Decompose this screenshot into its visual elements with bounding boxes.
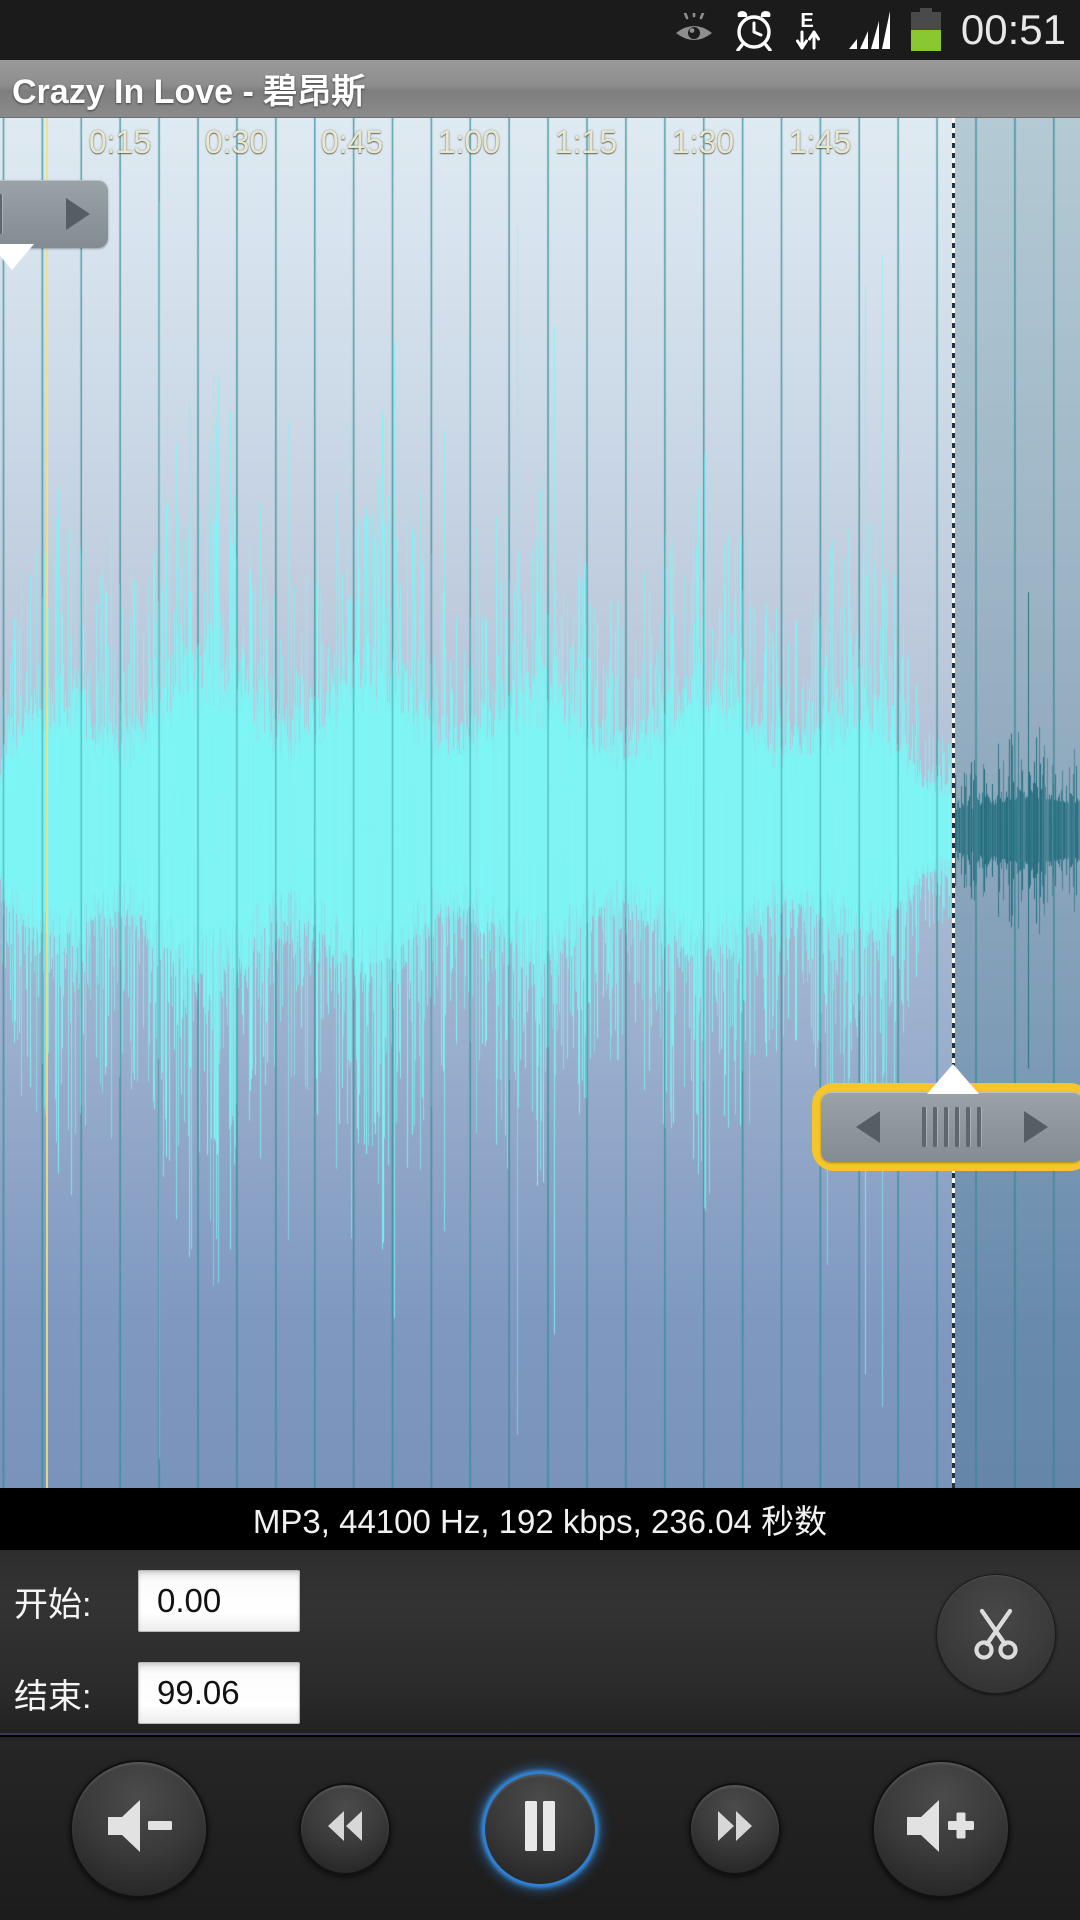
chevron-right-icon[interactable] bbox=[66, 198, 90, 230]
status-clock: 00:51 bbox=[960, 6, 1066, 53]
waveform-canvas[interactable] bbox=[0, 118, 1080, 1488]
status-bar: E 00:51 bbox=[0, 0, 1080, 60]
waveform-view[interactable]: 0:15 0:30 0:45 1:00 1:15 1:30 1:45 bbox=[0, 118, 1080, 1488]
speaker-plus-icon bbox=[901, 1795, 981, 1862]
fast-forward-icon bbox=[713, 1808, 757, 1849]
scissors-icon bbox=[965, 1601, 1027, 1668]
end-time-row: 结束: 99.06 bbox=[14, 1662, 300, 1724]
audio-info-bar: MP3, 44100 Hz, 192 kbps, 236.04 秒数 bbox=[0, 1488, 1080, 1550]
pause-icon bbox=[517, 1798, 563, 1859]
end-time-input[interactable]: 99.06 bbox=[138, 1662, 300, 1724]
volume-down-button[interactable] bbox=[69, 1759, 208, 1898]
edit-panel: 开始: 0.00 结束: 99.06 bbox=[0, 1550, 1080, 1735]
fast-forward-button[interactable] bbox=[689, 1782, 782, 1875]
chevron-right-icon[interactable] bbox=[1023, 1111, 1048, 1143]
pause-button[interactable] bbox=[481, 1770, 598, 1887]
end-time-label: 结束: bbox=[14, 1677, 92, 1716]
rewind-icon bbox=[323, 1808, 367, 1849]
audio-info-text: MP3, 44100 Hz, 192 kbps, 236.04 秒数 bbox=[252, 1503, 828, 1540]
end-time-value: 99.06 bbox=[157, 1674, 240, 1711]
edge-data-icon: E bbox=[793, 8, 829, 52]
signal-bars-icon bbox=[847, 9, 891, 51]
rewind-button[interactable] bbox=[298, 1782, 391, 1875]
battery-icon bbox=[909, 8, 943, 52]
selection-end-marker bbox=[952, 118, 955, 1488]
selection-end-pointer-icon bbox=[927, 1064, 979, 1094]
play-cursor bbox=[46, 118, 48, 1488]
title-bar: Crazy In Love - 碧昂斯 bbox=[0, 60, 1080, 118]
start-handle-grip[interactable] bbox=[0, 194, 2, 234]
alarm-clock-icon bbox=[733, 9, 775, 51]
selection-start-handle[interactable] bbox=[0, 180, 108, 248]
selection-start-pointer-icon bbox=[0, 244, 34, 270]
chevron-left-icon[interactable] bbox=[856, 1111, 881, 1143]
selection-end-handle[interactable] bbox=[812, 1083, 1080, 1171]
start-time-row: 开始: 0.00 bbox=[14, 1570, 300, 1632]
volume-up-button[interactable] bbox=[872, 1759, 1011, 1898]
transport-bar bbox=[0, 1737, 1080, 1920]
cut-button[interactable] bbox=[936, 1574, 1056, 1694]
svg-text:E: E bbox=[800, 10, 813, 32]
speaker-minus-icon bbox=[102, 1795, 176, 1862]
start-time-value: 0.00 bbox=[157, 1582, 222, 1619]
smart-stay-eye-icon bbox=[673, 13, 715, 47]
start-time-label: 开始: bbox=[14, 1585, 92, 1624]
page-title: Crazy In Love - 碧昂斯 bbox=[12, 73, 366, 111]
status-icons: E bbox=[673, 8, 943, 52]
start-time-input[interactable]: 0.00 bbox=[138, 1570, 300, 1632]
end-handle-grip[interactable] bbox=[922, 1107, 982, 1147]
